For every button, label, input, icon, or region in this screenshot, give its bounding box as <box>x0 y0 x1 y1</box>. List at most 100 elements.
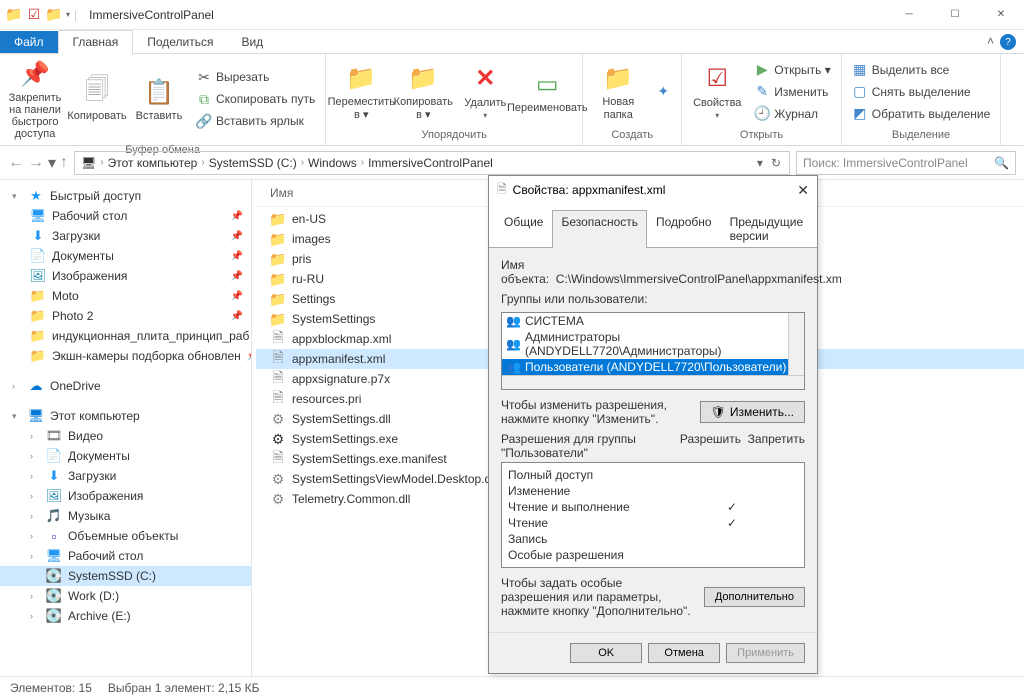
dialog-titlebar[interactable]: 🗎 Свойства: appxmanifest.xml ✕ <box>489 176 817 204</box>
onedrive-root[interactable]: ›☁OneDrive <box>0 376 251 396</box>
sidebar-item[interactable]: 📁Photo 2📌 <box>0 306 251 326</box>
breadcrumb[interactable]: Этот компьютер <box>106 156 200 170</box>
sidebar-item[interactable]: ›🖥Рабочий стол <box>0 546 251 566</box>
forward-button[interactable]: → <box>28 154 44 172</box>
tab-security[interactable]: Безопасность <box>552 210 647 248</box>
sidebar-item[interactable]: ›🎵Музыка <box>0 506 251 526</box>
cancel-button[interactable]: Отмена <box>648 643 720 663</box>
history-dropdown[interactable]: ▾ <box>48 153 56 173</box>
sidebar-item[interactable]: ›📄Документы <box>0 446 251 466</box>
properties-dialog: 🗎 Свойства: appxmanifest.xml ✕ Общие Без… <box>488 175 818 674</box>
copy-button[interactable]: 🗐Копировать <box>68 74 126 124</box>
sidebar-item[interactable]: ›💽Work (D:) <box>0 586 251 606</box>
change-button[interactable]: 🛡Изменить... <box>700 401 805 423</box>
tab-details[interactable]: Подробно <box>647 210 721 247</box>
breadcrumb[interactable]: Windows <box>306 156 359 170</box>
sidebar-item[interactable]: ›⬇Загрузки <box>0 466 251 486</box>
vertical-scrollbar[interactable] <box>788 313 804 375</box>
pasteshortcut-button[interactable]: 🔗Вставить ярлык <box>192 111 319 131</box>
users-listbox[interactable]: 👥СИСТЕМА 👥Администраторы (ANDYDELL7720\А… <box>501 312 805 390</box>
sidebar-item[interactable]: 📁Moto📌 <box>0 286 251 306</box>
up-button[interactable]: ↑ <box>60 154 68 172</box>
user-item: 👥СИСТЕМА <box>502 313 804 329</box>
permission-row: Полный доступ <box>508 467 798 483</box>
shield-icon: 🛡 <box>711 405 726 419</box>
ribbon-expand-icon[interactable]: ˄ <box>987 34 994 48</box>
quick-access-root[interactable]: ▾★Быстрый доступ <box>0 186 251 206</box>
group-new-label: Создать <box>589 127 675 143</box>
copyto-button[interactable]: 📁Копировать в ▾ <box>394 60 452 122</box>
objname-value: C:\Windows\ImmersiveControlPanel\appxman… <box>556 272 842 286</box>
paste-button[interactable]: 📋Вставить <box>130 74 188 124</box>
newitem-button[interactable]: ✦ <box>651 82 675 102</box>
allow-header: Разрешить <box>680 432 741 446</box>
search-input[interactable]: Поиск: ImmersiveControlPanel 🔍 <box>796 151 1016 175</box>
permission-table: Полный доступИзменениеЧтение и выполнени… <box>501 462 805 568</box>
deny-header: Запретить <box>748 432 805 446</box>
newfolder-button[interactable]: 📁Новая папка <box>589 60 647 122</box>
selectall-button[interactable]: ▦Выделить все <box>848 60 995 80</box>
back-button[interactable]: ← <box>8 154 24 172</box>
tab-previous[interactable]: Предыдущие версии <box>721 210 817 247</box>
sidebar-item[interactable]: 🖼Изображения📌 <box>0 266 251 286</box>
navigation-pane: ▾★Быстрый доступ 🖥Рабочий стол📌⬇Загрузки… <box>0 180 252 676</box>
window-title: ImmersiveControlPanel <box>83 8 886 22</box>
open-button[interactable]: ▶Открыть ▾ <box>750 60 834 80</box>
pin-button[interactable]: 📌Закрепить на панели быстрого доступа <box>6 56 64 142</box>
tab-file[interactable]: Файл <box>0 31 58 53</box>
group-open-label: Открыть <box>688 127 834 143</box>
selectnone-button[interactable]: ▢Снять выделение <box>848 82 995 102</box>
ok-button[interactable]: OK <box>570 643 642 663</box>
sidebar-item[interactable]: 💽SystemSSD (C:) <box>0 566 251 586</box>
sidebar-item[interactable]: ⬇Загрузки📌 <box>0 226 251 246</box>
edit-button[interactable]: ✎Изменить <box>750 82 834 102</box>
horizontal-scrollbar[interactable] <box>502 375 804 389</box>
cut-button[interactable]: ✂Вырезать <box>192 67 319 87</box>
delete-button[interactable]: ✕Удалить▾ <box>456 61 514 122</box>
permission-row: Чтение и выполнение✓ <box>508 499 798 515</box>
properties-icon[interactable]: ☑ <box>26 7 42 23</box>
sidebar-item[interactable]: 📄Документы📌 <box>0 246 251 266</box>
user-item: 👥Пользователи (ANDYDELL7720\Пользователи… <box>502 359 804 375</box>
minimize-button[interactable]: ─ <box>886 0 932 30</box>
maximize-button[interactable]: ☐ <box>932 0 978 30</box>
tab-share[interactable]: Поделиться <box>133 31 227 53</box>
close-button[interactable]: ✕ <box>978 0 1024 30</box>
qat-dropdown-icon[interactable]: ▾ <box>66 10 70 19</box>
advanced-button[interactable]: Дополнительно <box>704 587 805 607</box>
tab-view[interactable]: Вид <box>227 31 277 53</box>
properties-button[interactable]: ☑Свойства▾ <box>688 61 746 122</box>
dialog-tabs: Общие Безопасность Подробно Предыдущие в… <box>489 204 817 248</box>
sidebar-item[interactable]: 📁индукционная_плита_принцип_раб📌 <box>0 326 251 346</box>
apply-button[interactable]: Применить <box>726 643 805 663</box>
sidebar-item[interactable]: 🖥Рабочий стол📌 <box>0 206 251 226</box>
dialog-title: Свойства: appxmanifest.xml <box>513 183 666 197</box>
group-select-label: Выделение <box>848 127 995 143</box>
pc-icon[interactable]: 🖥 <box>79 156 98 170</box>
breadcrumb[interactable]: ImmersiveControlPanel <box>366 156 495 170</box>
address-bar[interactable]: 🖥› Этот компьютер› SystemSSD (C:)› Windo… <box>74 151 790 175</box>
rename-button[interactable]: ▭Переименовать <box>518 66 576 116</box>
sidebar-item[interactable]: ›💽Archive (E:) <box>0 606 251 626</box>
sidebar-item[interactable]: ›▫Объемные объекты <box>0 526 251 546</box>
addr-dropdown-icon[interactable]: ▾ <box>753 156 767 170</box>
copypath-button[interactable]: ⧉Скопировать путь <box>192 89 319 109</box>
newfolder-icon[interactable]: 📁 <box>46 7 62 23</box>
sidebar-item[interactable]: ›🖼Изображения <box>0 486 251 506</box>
sidebar-item[interactable]: 📁Экшн-камеры подборка обновлен📌 <box>0 346 251 366</box>
user-item: 👥Администраторы (ANDYDELL7720\Администра… <box>502 329 804 359</box>
group-organize-label: Упорядочить <box>332 127 576 143</box>
status-selection: Выбран 1 элемент: 2,15 КБ <box>108 681 260 695</box>
help-icon[interactable]: ? <box>1000 34 1016 50</box>
ribbon-tabs: Файл Главная Поделиться Вид ˄ ? <box>0 30 1024 54</box>
thispc-root[interactable]: ▾🖥Этот компьютер <box>0 406 251 426</box>
invert-button[interactable]: ◩Обратить выделение <box>848 104 995 124</box>
tab-general[interactable]: Общие <box>495 210 552 247</box>
sidebar-item[interactable]: ›🎞Видео <box>0 426 251 446</box>
history-button[interactable]: 🕘Журнал <box>750 104 834 124</box>
tab-home[interactable]: Главная <box>58 30 134 54</box>
dialog-close-button[interactable]: ✕ <box>797 182 809 199</box>
breadcrumb[interactable]: SystemSSD (C:) <box>207 156 299 170</box>
moveto-button[interactable]: 📁Переместить в ▾ <box>332 60 390 122</box>
refresh-icon[interactable]: ↻ <box>767 156 785 170</box>
